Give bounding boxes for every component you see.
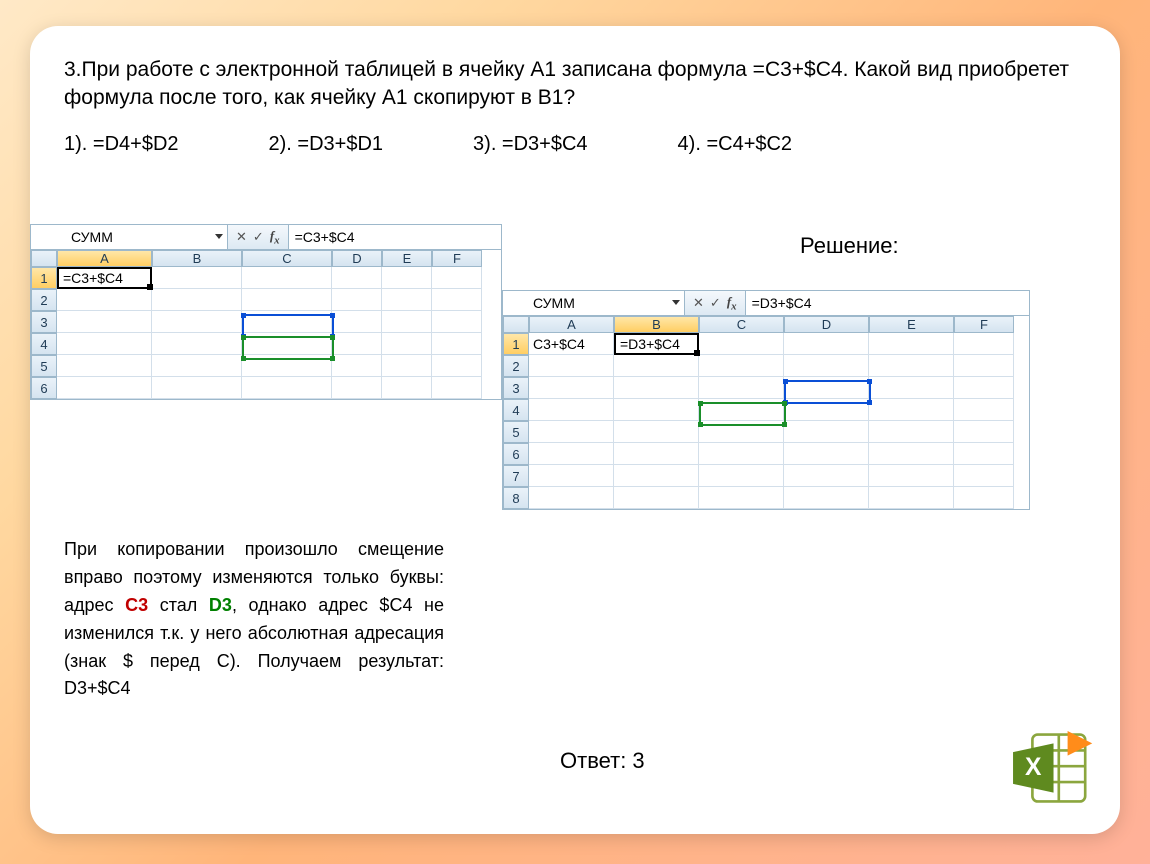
row-2: 2	[31, 289, 57, 311]
question-text: 3.При работе с электронной таблицей в яч…	[64, 56, 1086, 113]
svg-text:X: X	[1025, 754, 1042, 781]
formula-buttons: ✕ ✓ fx	[228, 225, 289, 249]
explanation-text: При копировании произошло смещение вправ…	[64, 536, 444, 703]
col-F: F	[954, 316, 1014, 333]
col-F: F	[432, 250, 482, 267]
select-all-corner	[31, 250, 57, 267]
row-2: 2	[503, 355, 529, 377]
excel-screenshot-after: СУММ ✕ ✓ fx =D3+$C4 A B C D E F 1 C3+$C4…	[502, 290, 1030, 510]
cell-E1	[382, 267, 432, 289]
name-box: СУММ	[31, 225, 228, 249]
col-E: E	[382, 250, 432, 267]
cell-F1	[432, 267, 482, 289]
cell-C1	[242, 267, 332, 289]
cell-B1: =D3+$C4	[614, 333, 699, 355]
fx-icon: fx	[727, 294, 737, 313]
row-6: 6	[31, 377, 57, 399]
cell-A1: C3+$C4	[529, 333, 614, 355]
cancel-icon: ✕	[236, 229, 247, 245]
row-4: 4	[503, 399, 529, 421]
row-3: 3	[31, 311, 57, 333]
excel-icon: X	[1006, 724, 1094, 812]
ref-C3-text: C3	[125, 595, 148, 615]
row-1: 1	[503, 333, 529, 355]
row-1: 1	[31, 267, 57, 289]
col-B: B	[614, 316, 699, 333]
option-2: 2). =D3+$D1	[269, 133, 384, 156]
col-D: D	[784, 316, 869, 333]
excel-screenshot-before: СУММ ✕ ✓ fx =C3+$C4 A B C D E F 1 =C3+$C…	[30, 224, 502, 400]
spreadsheet-grid: A B C D E F 1 C3+$C4 =D3+$C4 2 3 4 5 6	[503, 316, 1029, 509]
col-A: A	[57, 250, 152, 267]
cancel-icon: ✕	[693, 295, 704, 311]
select-all-corner	[503, 316, 529, 333]
name-box: СУММ	[503, 291, 685, 315]
fx-icon: fx	[270, 228, 280, 247]
formula-bar: СУММ ✕ ✓ fx =C3+$C4	[31, 225, 501, 250]
row-4: 4	[31, 333, 57, 355]
col-C: C	[242, 250, 332, 267]
slide-background: 3.При работе с электронной таблицей в яч…	[0, 0, 1150, 864]
spreadsheet-grid: A B C D E F 1 =C3+$C4 2 3 4 5	[31, 250, 501, 399]
option-1: 1). =D4+$D2	[64, 133, 179, 156]
row-8: 8	[503, 487, 529, 509]
col-D: D	[332, 250, 382, 267]
row-5: 5	[503, 421, 529, 443]
col-E: E	[869, 316, 954, 333]
ref-D3-text: D3	[209, 595, 232, 615]
row-7: 7	[503, 465, 529, 487]
answer-text: Ответ: 3	[560, 748, 645, 774]
row-3: 3	[503, 377, 529, 399]
col-C: C	[699, 316, 784, 333]
solution-label: Решение:	[800, 233, 899, 259]
enter-icon: ✓	[710, 295, 721, 311]
cell-D1	[332, 267, 382, 289]
row-6: 6	[503, 443, 529, 465]
enter-icon: ✓	[253, 229, 264, 245]
col-B: B	[152, 250, 242, 267]
row-5: 5	[31, 355, 57, 377]
answer-options: 1). =D4+$D2 2). =D3+$D1 3). =D3+$C4 4). …	[64, 133, 1086, 156]
cell-A1: =C3+$C4	[57, 267, 152, 289]
formula-bar: СУММ ✕ ✓ fx =D3+$C4	[503, 291, 1029, 316]
col-A: A	[529, 316, 614, 333]
cell-B1	[152, 267, 242, 289]
formula-input: =C3+$C4	[289, 225, 501, 249]
formula-buttons: ✕ ✓ fx	[685, 291, 746, 315]
option-4: 4). =C4+$C2	[678, 133, 793, 156]
content-card: 3.При работе с электронной таблицей в яч…	[30, 26, 1120, 834]
option-3: 3). =D3+$C4	[473, 133, 588, 156]
formula-input: =D3+$C4	[746, 291, 1029, 315]
